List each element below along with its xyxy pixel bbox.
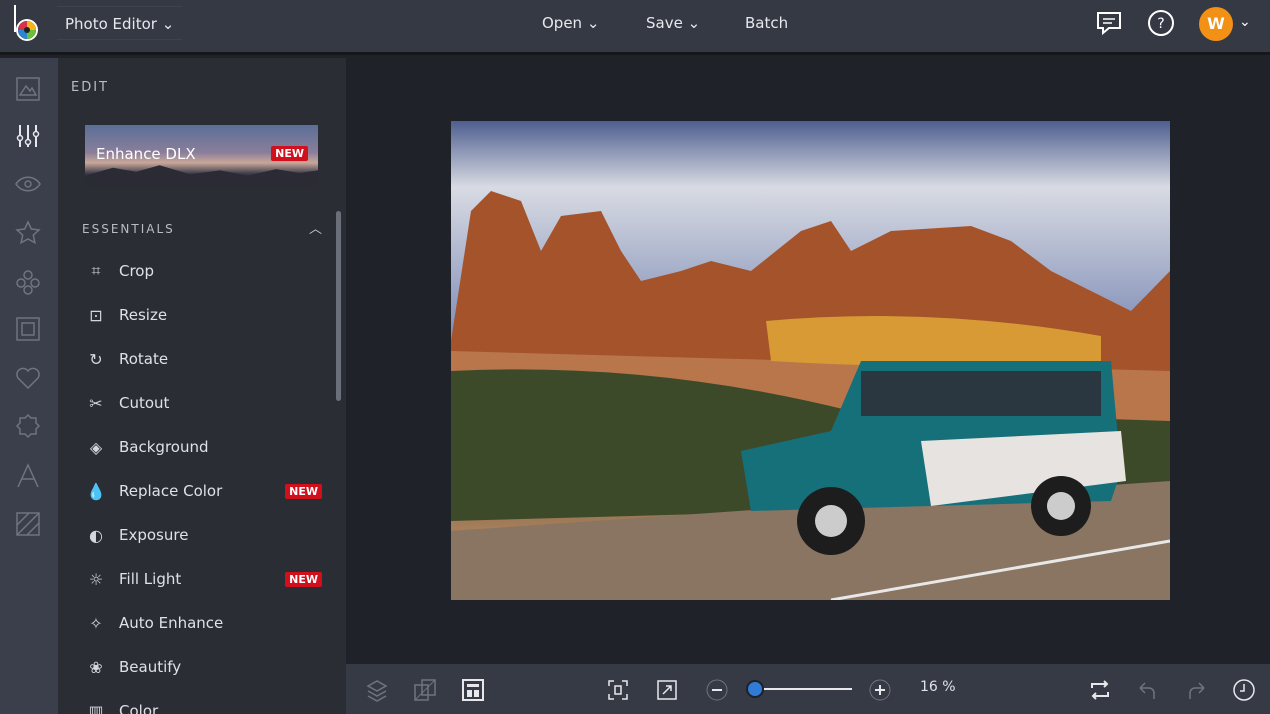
drop-icon: 💧 xyxy=(86,481,106,501)
undo-icon[interactable] xyxy=(1136,678,1160,702)
section-title: EDIT xyxy=(71,80,109,95)
tool-cutout[interactable]: ✂ Cutout xyxy=(84,385,324,421)
layout-icon[interactable] xyxy=(461,678,485,702)
tool-color[interactable]: ▥ Color xyxy=(84,693,324,714)
avatar[interactable]: W xyxy=(1199,7,1233,41)
color-icon: ▥ xyxy=(88,701,104,714)
compare-icon[interactable] xyxy=(413,678,437,702)
zoom-level: 16 % xyxy=(920,679,956,695)
zoom-slider-track[interactable] xyxy=(752,688,852,690)
enhance-dlx-banner[interactable]: Enhance DLX NEW xyxy=(85,125,318,186)
edit-panel: EDIT Enhance DLX NEW ESSENTIALS ︿ ⌗ Crop ⊡… xyxy=(58,58,346,714)
svg-text:?: ? xyxy=(1157,16,1164,32)
elements-icon[interactable] xyxy=(14,268,42,296)
heart-icon[interactable] xyxy=(14,364,42,392)
tool-crop[interactable]: ⌗ Crop xyxy=(84,253,324,289)
adjustments-icon[interactable] xyxy=(14,122,42,150)
tool-label: Resize xyxy=(119,306,168,324)
tool-rail xyxy=(0,58,58,714)
zoom-slider-handle[interactable] xyxy=(746,680,764,698)
zoom-out-icon[interactable] xyxy=(705,678,729,702)
wand-icon: ✧ xyxy=(89,613,103,633)
text-icon[interactable] xyxy=(14,462,42,490)
tool-resize[interactable]: ⊡ Resize xyxy=(84,297,324,333)
tool-exposure[interactable]: ◐ Exposure xyxy=(84,517,324,553)
chat-icon[interactable] xyxy=(1095,9,1123,37)
tool-label: Color xyxy=(119,702,159,714)
redo-icon[interactable] xyxy=(1184,678,1208,702)
tool-label: Replace Color xyxy=(119,482,223,500)
panel-scrollbar[interactable] xyxy=(336,211,341,401)
save-menu[interactable]: Save ⌄ xyxy=(638,6,708,40)
help-icon[interactable]: ? xyxy=(1147,9,1175,37)
tool-label: Cutout xyxy=(119,394,170,412)
photo-image xyxy=(451,121,1170,600)
texture-icon[interactable] xyxy=(14,510,42,538)
account-chevron-icon[interactable]: ⌄ xyxy=(1239,14,1251,30)
tool-label: Fill Light xyxy=(119,570,182,588)
app-logo[interactable] xyxy=(12,4,42,42)
eye-icon[interactable] xyxy=(14,170,42,198)
essentials-header[interactable]: ESSENTIALS xyxy=(82,222,175,236)
tool-rotate[interactable]: ↻ Rotate xyxy=(84,341,324,377)
tool-background[interactable]: ◈ Background xyxy=(84,429,324,465)
tool-fill-light[interactable]: ☼ Fill Light NEW xyxy=(84,561,324,597)
tool-beautify[interactable]: ❀ Beautify xyxy=(84,649,324,685)
tool-label: Exposure xyxy=(119,526,189,544)
exposure-icon: ◐ xyxy=(89,525,103,545)
new-badge: NEW xyxy=(285,483,322,499)
scissors-icon: ✂ xyxy=(89,393,103,413)
top-bar: Photo Editor ⌄ Open ⌄ Save ⌄ Batch ? W ⌄ xyxy=(0,0,1270,55)
star-icon[interactable] xyxy=(14,219,42,247)
crop-icon: ⌗ xyxy=(91,261,101,280)
collapse-chevron-icon[interactable]: ︿ xyxy=(309,218,322,237)
open-menu[interactable]: Open ⌄ xyxy=(534,6,607,40)
sun-icon: ☼ xyxy=(88,569,104,589)
banner-label: Enhance DLX xyxy=(96,145,196,163)
photo-canvas[interactable] xyxy=(451,121,1170,600)
tool-label: Background xyxy=(119,438,209,456)
app-title: Photo Editor xyxy=(65,15,157,33)
fit-screen-icon[interactable] xyxy=(606,678,630,702)
batch-label: Batch xyxy=(745,14,789,32)
history-icon[interactable] xyxy=(1232,678,1256,702)
flower-icon: ❀ xyxy=(89,657,103,677)
bottom-toolbar: 16 % xyxy=(346,664,1270,714)
batch-button[interactable]: Batch xyxy=(737,6,796,40)
tool-label: Rotate xyxy=(119,350,169,368)
resize-icon: ⊡ xyxy=(89,305,103,325)
rotate-icon: ↻ xyxy=(89,349,103,369)
new-badge: NEW xyxy=(271,146,308,161)
tool-label: Auto Enhance xyxy=(119,614,224,632)
open-label: Open xyxy=(542,14,583,32)
mountain-image xyxy=(85,165,318,186)
frame-icon[interactable] xyxy=(14,315,42,343)
save-label: Save xyxy=(646,14,683,32)
zoom-in-icon[interactable] xyxy=(868,678,892,702)
app-switcher[interactable]: Photo Editor ⌄ xyxy=(57,6,183,40)
actual-size-icon[interactable] xyxy=(655,678,679,702)
tool-auto-enhance[interactable]: ✧ Auto Enhance xyxy=(84,605,324,641)
image-icon[interactable] xyxy=(14,75,42,103)
swap-icon[interactable] xyxy=(1088,678,1112,702)
tool-label: Crop xyxy=(119,262,155,280)
background-icon: ◈ xyxy=(89,437,103,457)
tool-label: Beautify xyxy=(119,658,182,676)
badge-icon[interactable] xyxy=(14,412,42,440)
tool-replace-color[interactable]: 💧 Replace Color NEW xyxy=(84,473,324,509)
new-badge: NEW xyxy=(285,571,322,587)
layers-icon[interactable] xyxy=(365,678,389,702)
